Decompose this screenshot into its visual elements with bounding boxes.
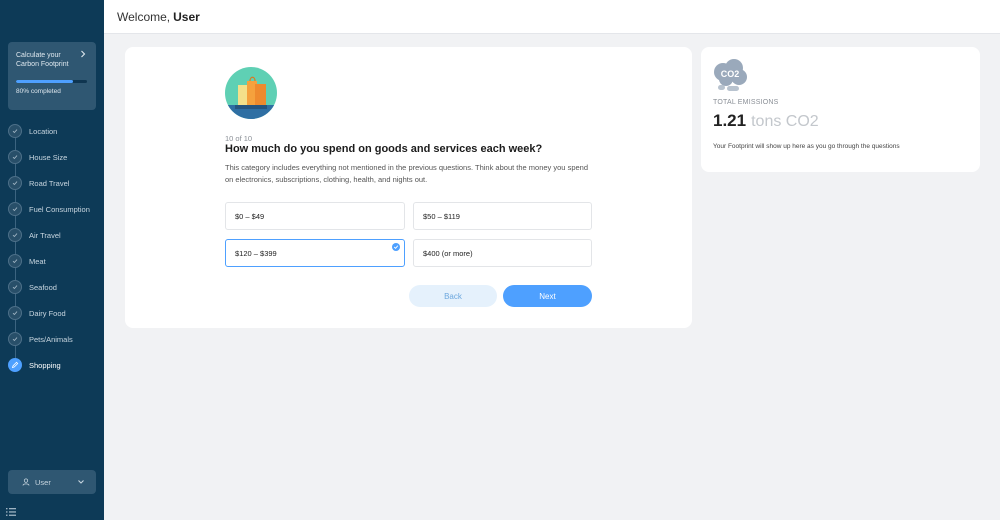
- co2-cloud-icon: CO2: [714, 59, 747, 91]
- next-button[interactable]: Next: [503, 285, 592, 307]
- emissions-unit: tons CO2: [751, 113, 819, 130]
- step-nav: Location House Size Road Travel Fuel Consum…: [0, 118, 104, 378]
- sidebar-item-label: Air Travel: [29, 230, 61, 240]
- sidebar-item-air-travel[interactable]: Air Travel: [0, 222, 104, 248]
- check-icon: [8, 228, 22, 242]
- check-icon: [8, 332, 22, 346]
- emissions-number: 1.21: [713, 111, 747, 130]
- welcome-text: Welcome,: [117, 9, 171, 24]
- total-emissions-label: TOTAL EMISSIONS: [713, 99, 779, 106]
- user-label: User: [35, 477, 51, 487]
- option-400-plus[interactable]: $400 (or more): [413, 239, 592, 267]
- check-icon: [8, 176, 22, 190]
- sidebar-item-label: Pets/Animals: [29, 334, 73, 344]
- header-username: User: [173, 9, 200, 24]
- sidebar-item-shopping[interactable]: Shopping: [0, 352, 104, 378]
- question-description: This category includes everything not me…: [225, 163, 588, 184]
- sidebar-item-meat[interactable]: Meat: [0, 248, 104, 274]
- sidebar-item-house-size[interactable]: House Size: [0, 144, 104, 170]
- sidebar-item-label: Road Travel: [29, 178, 70, 188]
- progress-card[interactable]: Calculate your Carbon Footprint 80% comp…: [8, 42, 96, 110]
- check-icon: [8, 280, 22, 294]
- sidebar-item-fuel-consumption[interactable]: Fuel Consumption: [0, 196, 104, 222]
- progress-percent: 80% completed: [16, 88, 61, 95]
- emissions-note: Your Footprint will show up here as you …: [713, 143, 900, 150]
- check-icon: [8, 202, 22, 216]
- sidebar-item-location[interactable]: Location: [0, 118, 104, 144]
- progress-title: Calculate your Carbon Footprint: [16, 52, 69, 68]
- progress-fill: [16, 80, 73, 83]
- sidebar-item-seafood[interactable]: Seafood: [0, 274, 104, 300]
- sidebar-item-road-travel[interactable]: Road Travel: [0, 170, 104, 196]
- emissions-value: 1.21 tons CO2: [713, 111, 819, 131]
- back-button[interactable]: Back: [409, 285, 497, 307]
- chevron-right-icon: [81, 50, 86, 58]
- sidebar-item-dairy-food[interactable]: Dairy Food: [0, 300, 104, 326]
- option-label: $50 – $119: [423, 211, 460, 221]
- question-card: 10 of 10 How much do you spend on goods …: [125, 47, 692, 328]
- check-icon: [8, 254, 22, 268]
- option-50-119[interactable]: $50 – $119: [413, 202, 592, 230]
- co2-icon-text: CO2: [721, 69, 740, 79]
- option-label: $120 – $399: [235, 248, 277, 258]
- sidebar-item-label: Shopping: [29, 360, 61, 370]
- chevron-down-icon: [78, 480, 84, 484]
- option-0-49[interactable]: $0 – $49: [225, 202, 405, 230]
- sidebar-item-label: Seafood: [29, 282, 57, 292]
- sidebar-item-label: Meat: [29, 256, 46, 266]
- sidebar-item-label: Location: [29, 126, 58, 136]
- sidebar-item-label: Fuel Consumption: [29, 204, 90, 214]
- option-label: $400 (or more): [423, 248, 473, 258]
- sidebar: Calculate your Carbon Footprint 80% comp…: [0, 0, 104, 520]
- sidebar-item-label: House Size: [29, 152, 68, 162]
- user-menu-button[interactable]: User: [8, 470, 96, 494]
- question-title: How much do you spend on goods and servi…: [225, 143, 543, 155]
- user-icon: [22, 478, 30, 486]
- check-icon: [8, 124, 22, 138]
- selected-check-icon: [392, 243, 400, 251]
- pencil-icon: [8, 358, 22, 372]
- sidebar-item-pets-animals[interactable]: Pets/Animals: [0, 326, 104, 352]
- option-120-399[interactable]: $120 – $399: [225, 239, 405, 267]
- option-label: $0 – $49: [235, 211, 265, 221]
- top-header: Welcome, User: [104, 0, 1000, 34]
- emissions-card: CO2 TOTAL EMISSIONS 1.21 tons CO2 Your F…: [701, 47, 980, 172]
- progress-bar: [16, 80, 87, 83]
- shopping-illustration: [225, 67, 277, 119]
- menu-icon[interactable]: [6, 508, 16, 516]
- check-icon: [8, 306, 22, 320]
- step-counter: 10 of 10: [225, 134, 253, 143]
- check-icon: [8, 150, 22, 164]
- sidebar-item-label: Dairy Food: [29, 308, 66, 318]
